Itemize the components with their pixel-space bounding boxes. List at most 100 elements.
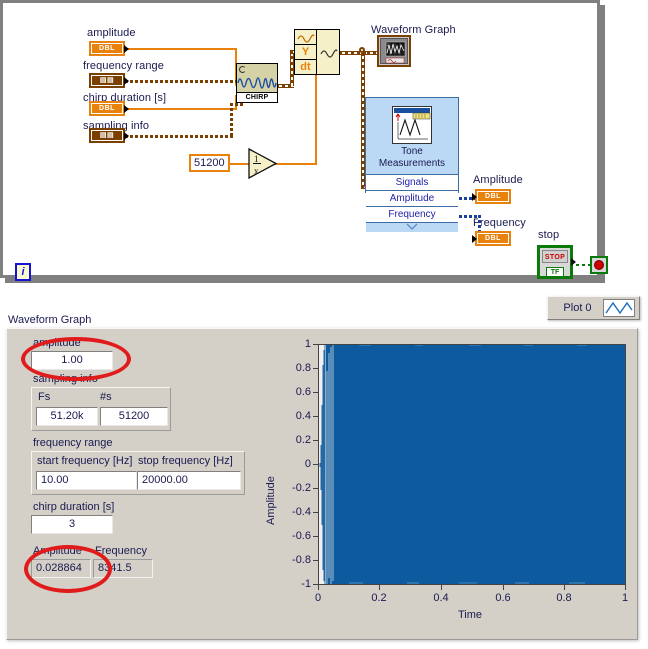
frequency-indicator-value: 8341.5: [93, 559, 153, 578]
wire-frequency-range: [125, 80, 243, 83]
sampling-fs-label: Fs: [38, 391, 51, 403]
label-frequency-range: frequency range: [83, 60, 164, 72]
reciprocal-icon: 1 x: [248, 147, 278, 180]
frequency-range-label: frequency range: [33, 437, 113, 449]
y-tick-label: 0.8: [295, 362, 311, 374]
y-tick-label: 0.4: [295, 410, 311, 422]
express-row-frequency[interactable]: Frequency: [366, 206, 458, 222]
x-tickmark: [503, 585, 504, 590]
sampling-ns-input[interactable]: 51200: [100, 407, 168, 426]
y-tick-label: 0: [304, 458, 311, 470]
y-tick-label: 0.2: [295, 434, 311, 446]
x-tickmark: [318, 585, 319, 590]
terminal-frequency-range[interactable]: ▤▤: [89, 73, 129, 88]
express-row-amplitude[interactable]: Amplitude: [366, 190, 458, 206]
x-tick-label: 0.4: [433, 592, 449, 604]
numeric-constant-51200[interactable]: 51200: [189, 154, 230, 172]
cluster-glyph-icon: ▤▤: [92, 131, 122, 140]
while-loop-border[interactable]: amplitude frequency range chirp duration…: [0, 0, 608, 281]
amplitude-control-label: amplitude: [33, 337, 81, 349]
chirp-duration-input[interactable]: 3: [31, 515, 113, 534]
express-vi-title-line1: Tone: [401, 146, 423, 157]
terminal-chirp-duration[interactable]: DBL: [89, 101, 129, 116]
sampling-fs-input[interactable]: 51.20k: [36, 407, 98, 426]
wire-sampling-info: [125, 135, 233, 138]
stop-frequency-input[interactable]: 20000.00: [137, 471, 241, 490]
chirp-waveform-icon: [237, 73, 277, 93]
terminal-arrow-icon: [124, 45, 129, 53]
terminal-arrow-icon: [571, 258, 576, 266]
block-diagram-pane[interactable]: amplitude frequency range chirp duration…: [0, 0, 648, 290]
chirp-speaker-icon: [237, 64, 277, 73]
label-amplitude-indicator: Amplitude: [473, 174, 523, 186]
tone-measurements-express-vi[interactable]: Tone Measurements Signals Amplitude Freq…: [365, 97, 459, 232]
x-tick-label: 0: [314, 592, 322, 604]
wire-recip-out: [275, 163, 317, 165]
amplitude-input[interactable]: 1.00: [31, 351, 113, 370]
waveform-line-icon[interactable]: [603, 299, 635, 317]
bw-waveform-icon: [295, 30, 316, 45]
while-loop-interior[interactable]: amplitude frequency range chirp duration…: [6, 6, 608, 281]
x-tickmark: [441, 585, 442, 590]
bw-output-icon: [318, 30, 340, 74]
bw-input-y[interactable]: Y: [295, 45, 316, 60]
express-vi-title-line2: Measurements: [378, 158, 446, 169]
terminal-arrow-icon: [124, 105, 129, 113]
waveform-graph-terminal[interactable]: 2: [377, 35, 411, 67]
build-waveform-node[interactable]: Y dt: [294, 29, 340, 75]
stop-button-terminal[interactable]: STOP TF: [537, 245, 576, 279]
y-tick-label: -0.2: [292, 482, 311, 494]
terminal-arrow-icon: [472, 235, 477, 243]
stop-datatype-label: TF: [546, 267, 564, 277]
y-tick-label: -0.4: [292, 506, 311, 518]
x-tickmark: [564, 585, 565, 590]
plot-legend[interactable]: Plot 0: [547, 296, 640, 320]
stop-glyph-icon: STOP: [542, 250, 568, 263]
express-row-signals[interactable]: Signals: [366, 174, 458, 190]
cluster-glyph-icon: ▤▤: [92, 76, 122, 85]
wire-sampling-info-in: [230, 103, 244, 106]
front-panel-pane[interactable]: Waveform Graph Plot 0 amplitude 1.00 sam…: [0, 292, 648, 649]
legend-plot-label: Plot 0: [563, 302, 592, 314]
tone-measurements-icon: [392, 106, 432, 144]
bw-input-dt[interactable]: dt: [295, 60, 316, 75]
x-tick-label: 0.6: [495, 592, 511, 604]
loop-conditional-terminal[interactable]: [590, 256, 608, 274]
express-expand-chevron-icon[interactable]: [366, 222, 458, 232]
chirp-duration-label: chirp duration [s]: [33, 501, 115, 513]
sampling-info-cluster: Fs #s 51.20k 51200: [31, 387, 171, 431]
terminal-amplitude[interactable]: DBL: [89, 41, 129, 56]
terminal-arrow-icon: [472, 193, 477, 201]
amplitude-indicator-value: 0.028864: [31, 559, 91, 578]
x-tick-label: 0.2: [371, 592, 387, 604]
sampling-ns-label: #s: [100, 391, 112, 403]
y-tick-label: -0.6: [292, 530, 311, 542]
graph-plot-area[interactable]: [318, 344, 626, 585]
loop-iteration-terminal[interactable]: i: [15, 263, 31, 281]
wire-chirp-duration: [125, 108, 237, 110]
wire-const-to-recip: [229, 163, 249, 165]
front-panel-container: amplitude 1.00 sampling info Fs #s 51.20…: [6, 328, 638, 640]
terminal-sampling-info[interactable]: ▤▤: [89, 128, 129, 143]
chirp-pattern-vi[interactable]: CHIRP: [236, 63, 278, 103]
start-frequency-input[interactable]: 10.00: [36, 471, 137, 490]
waveform-graph[interactable]: Amplitude 1 0.8 0.6 0.4 0.2 0 -0.2 -0.4 …: [253, 335, 631, 631]
front-panel-graph-title: Waveform Graph: [8, 314, 92, 326]
stop-condition-icon: [594, 260, 604, 270]
sampling-info-label: sampling info: [33, 373, 98, 385]
graph-y-axis-label: Amplitude: [265, 476, 277, 525]
frequency-range-cluster: start frequency [Hz] stop frequency [Hz]…: [31, 451, 245, 495]
x-tick-label: 0.8: [556, 592, 572, 604]
y-tick-label: 0.6: [295, 386, 311, 398]
wire-dt-up: [315, 70, 317, 165]
svg-text:1: 1: [254, 154, 259, 164]
reciprocal-function-node[interactable]: 1 x: [248, 147, 278, 180]
svg-text:x: x: [254, 166, 259, 176]
terminal-amplitude-indicator[interactable]: DBL: [472, 189, 511, 204]
y-tick-label: -0.8: [292, 554, 311, 566]
graph-terminal-icon: 2: [380, 38, 408, 64]
terminal-frequency-indicator[interactable]: DBL: [472, 231, 511, 246]
amplitude-indicator-label: Amplitude: [33, 545, 82, 557]
x-tickmark: [625, 585, 626, 590]
y-tick-label: -1: [301, 578, 311, 590]
